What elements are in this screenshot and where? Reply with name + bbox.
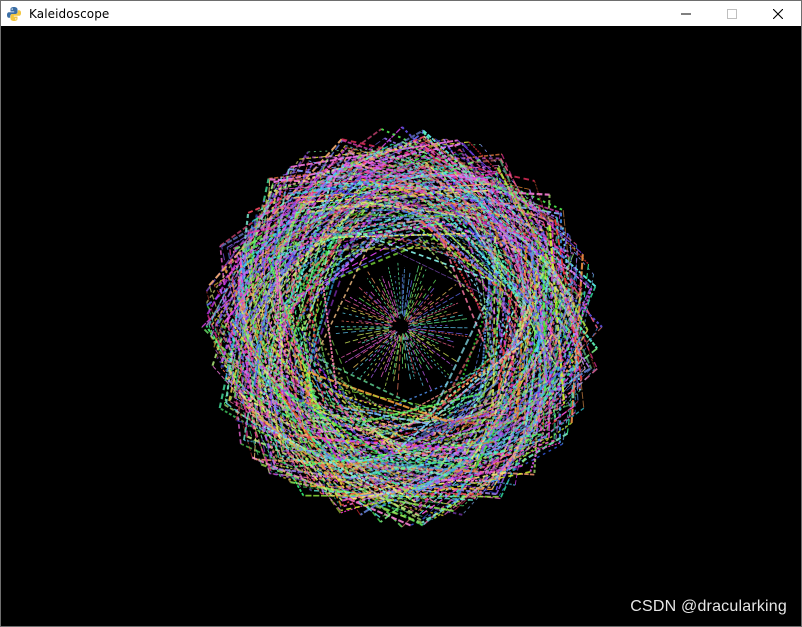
python-snake-icon [6,6,22,22]
close-button[interactable] [755,1,801,26]
close-icon [773,8,783,19]
kaleidoscope-line [341,329,396,359]
kaleidoscope-line [342,327,390,331]
kaleidoscope-line [439,235,494,366]
kaleidoscope-line [407,287,435,320]
maximize-button[interactable] [709,1,755,26]
kaleidoscope-line [363,295,396,323]
kaleidoscope-line [412,311,458,325]
kaleidoscope-line [353,332,396,368]
kaleidoscope-line [406,330,453,366]
kaleidoscope-line [219,128,382,247]
kaleidoscope-line [358,334,397,380]
window-title: Kaleidoscope [29,6,110,21]
kaleidoscope-line [378,278,397,316]
title-bar[interactable]: Kaleidoscope [1,1,801,26]
watermark: CSDN @dracularking [630,598,787,615]
kaleidoscope-line [341,297,393,323]
kaleidoscope-line [495,282,499,375]
maximize-icon [727,8,737,19]
app-window: Kaleidoscope CSDN @dracularking [0,0,802,627]
kaleidoscope-line [415,326,468,329]
kaleidoscope-line [367,271,397,317]
kaleidoscope-line [357,286,397,323]
kaleidoscope-pattern [201,126,603,528]
minimize-icon [681,13,691,14]
kaleidoscope-line [405,335,432,391]
game-canvas[interactable]: CSDN @dracularking [1,26,801,626]
window-controls [663,1,801,26]
kaleidoscope-line [408,302,453,325]
minimize-button[interactable] [663,1,709,26]
